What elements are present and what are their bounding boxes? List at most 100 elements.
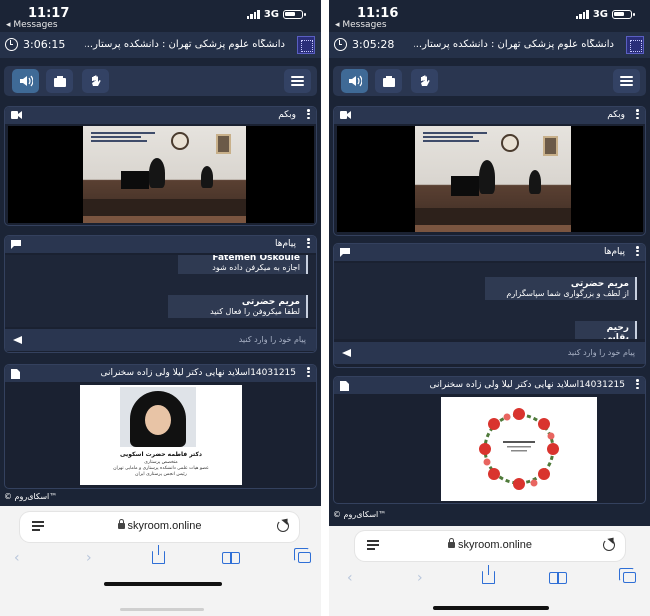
speaker-icon (348, 75, 362, 87)
send-icon[interactable] (13, 336, 22, 344)
presentation-slide (441, 397, 597, 501)
attendee-person (201, 166, 213, 188)
chat-panel: پیام‌ها Fatemeh Oskouie اجازه به میکرفن … (4, 235, 317, 353)
speaker-icon (19, 75, 33, 87)
status-bar: 11:17 ◂ Messages 3G (0, 0, 321, 30)
slide-speaker-name: دکتر فاطمه حضرت اسکویی (119, 451, 203, 458)
raise-hand-button[interactable] (82, 69, 109, 93)
camera-button[interactable] (46, 69, 73, 93)
clock-icon (5, 38, 18, 51)
home-indicator-2 (120, 608, 204, 611)
home-indicator (433, 606, 549, 610)
slide-details: متخصص پرستاری عضو هیات علمی دانشکده پرست… (113, 460, 209, 477)
bookmarks-icon[interactable] (549, 572, 567, 584)
tabs-icon[interactable] (619, 568, 636, 583)
browser-nav: ‹ › (329, 565, 650, 588)
network-type: 3G (592, 9, 608, 20)
room-toolbar (4, 66, 317, 96)
back-to-messages-link[interactable]: ◂ Messages (335, 20, 387, 30)
webcam-panel: وبکم (333, 106, 646, 236)
speaker-button[interactable] (12, 69, 39, 93)
chat-message: مریم حضرتی از لطف و بزرگواری شما سپاسگزا… (485, 277, 637, 300)
back-button[interactable]: ‹ (14, 548, 20, 568)
tabs-icon[interactable] (294, 548, 311, 563)
file-options-icon[interactable] (307, 367, 310, 378)
file-title: 14031215اسلاید نهایی دکتر لیلا ولی زاده … (100, 368, 296, 378)
university-logo (626, 36, 644, 54)
message-sender: رحیم بقایی (603, 323, 629, 339)
status-time: 11:17 (28, 6, 70, 21)
webcam-video (337, 126, 643, 232)
session-timer: 3:05:28 (352, 38, 395, 51)
speaker-photo (120, 387, 196, 447)
cellular-signal-icon (575, 10, 589, 19)
reload-icon[interactable] (277, 520, 289, 532)
webcam-options-icon[interactable] (636, 109, 639, 120)
message-text: از لطف و بزرگواری شما سپاسگزارم (506, 289, 629, 298)
chat-input-placeholder[interactable]: پیام خود را وارد کنید (239, 335, 306, 344)
university-emblem (501, 134, 519, 152)
share-icon[interactable] (152, 545, 165, 564)
bookmarks-icon[interactable] (222, 552, 240, 564)
session-header: 3:05:28 دانشگاه علوم پزشکی تهران : دانشک… (329, 32, 650, 58)
forward-button[interactable]: › (86, 548, 92, 568)
wall-portrait (543, 136, 558, 156)
chat-options-icon[interactable] (636, 246, 639, 257)
webcam-video (8, 126, 314, 223)
right-phone-screen: 11:16 ◂ Messages 3G 3:05:28 دانشگاه علوم… (329, 0, 650, 616)
forward-button[interactable]: › (417, 568, 423, 588)
chat-icon (340, 248, 350, 257)
camera-icon (53, 75, 66, 87)
chat-messages: Fatemeh Oskouie اجازه به میکرفن داده شود… (5, 255, 316, 327)
message-sender: مریم حضرتی (241, 297, 300, 307)
chat-panel: پیام‌ها مریم حضرتی از لطف و بزرگواری شما… (333, 243, 646, 368)
presenter-person (149, 158, 165, 188)
back-to-messages-link[interactable]: ◂ Messages (6, 20, 58, 30)
send-icon[interactable] (342, 349, 351, 357)
chat-input-placeholder[interactable]: پیام خود را وارد کنید (568, 348, 635, 357)
hand-icon (91, 75, 101, 86)
message-sender: Fatemeh Oskouie (212, 255, 300, 263)
browser-nav: ‹ › (0, 545, 321, 568)
menu-button[interactable] (284, 69, 311, 93)
webcam-panel: وبکم (4, 106, 317, 226)
skyroom-footer: ™اسکای‌روم © (4, 492, 58, 501)
classroom-scene (83, 126, 246, 223)
chat-input-bar[interactable]: پیام خود را وارد کنید (5, 329, 316, 351)
status-bar: 11:16 ◂ Messages 3G (329, 0, 650, 30)
url-bar[interactable]: skyroom.online (355, 531, 625, 561)
reload-icon[interactable] (603, 539, 615, 551)
university-emblem (171, 132, 189, 150)
chat-message: رحیم بقایی (575, 321, 637, 339)
url-text: skyroom.online (458, 539, 532, 551)
menu-button[interactable] (613, 69, 640, 93)
share-icon[interactable] (482, 565, 495, 584)
file-options-icon[interactable] (636, 379, 639, 390)
chat-messages: مریم حضرتی از لطف و بزرگواری شما سپاسگزا… (334, 263, 645, 339)
session-header: 3:06:15 دانشگاه علوم پزشکی تهران : دانشک… (0, 32, 321, 58)
battery-icon (283, 10, 306, 19)
speaker-button[interactable] (341, 69, 368, 93)
message-text: لطفا میکروفن را فعال کنید (210, 307, 300, 316)
url-bar[interactable]: skyroom.online (20, 512, 299, 542)
back-button[interactable]: ‹ (347, 568, 353, 588)
webcam-options-icon[interactable] (307, 109, 310, 120)
classroom-scene (415, 126, 571, 232)
url-text: skyroom.online (127, 520, 202, 532)
raise-hand-button[interactable] (411, 69, 438, 93)
webcam-title: وبکم (607, 110, 625, 120)
webcam-title: وبکم (278, 110, 296, 120)
attendee-person (529, 170, 541, 194)
chat-message: Fatemeh Oskouie اجازه به میکرفن داده شود (178, 255, 308, 274)
file-panel: 14031215اسلاید نهایی دکتر لیلا ولی زاده … (4, 364, 317, 489)
home-indicator (104, 582, 222, 586)
chat-options-icon[interactable] (307, 238, 310, 249)
rose-wreath-image (479, 408, 559, 490)
presentation-slide: دکتر فاطمه حضرت اسکویی متخصص پرستاری عضو… (80, 385, 242, 485)
video-camera-icon (11, 111, 22, 119)
lock-icon (448, 538, 455, 548)
camera-button[interactable] (375, 69, 402, 93)
file-icon (11, 369, 20, 379)
room-toolbar (333, 66, 646, 96)
chat-input-bar[interactable]: پیام خود را وارد کنید (334, 342, 645, 364)
